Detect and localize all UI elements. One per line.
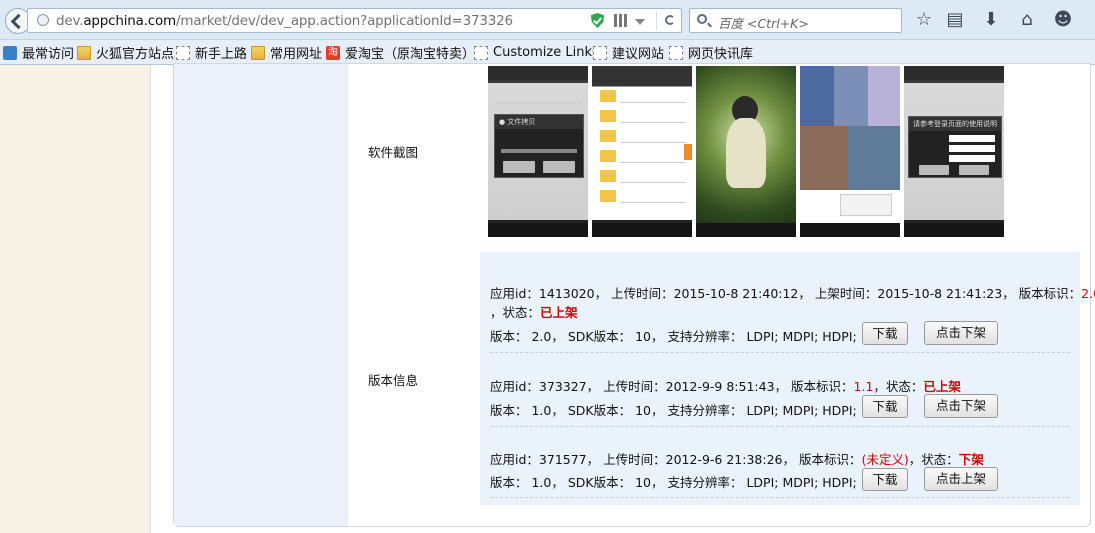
dropdown-arrow-icon[interactable] [635, 19, 645, 25]
page-icon [669, 45, 683, 60]
bookmark-most-visited[interactable]: 最常访问 [3, 44, 75, 62]
publish-time: 2015-10-8 21:41:23 [877, 286, 1003, 301]
app-screenshot-4[interactable] [800, 66, 900, 237]
bookmark-web-slices[interactable]: 网页快讯库 [669, 44, 754, 62]
bookmark-getting-started[interactable]: 新手上路 [176, 44, 248, 62]
reading-list-icon[interactable]: ▤ [944, 9, 966, 31]
bookmark-star-icon[interactable]: ☆ [913, 9, 935, 31]
sdk-version: 10 [635, 329, 651, 344]
version-list: 应用id：1413020， 上传时间：2015-10-8 21:40:12， 上… [480, 252, 1095, 505]
unpublish-button[interactable]: 点击下架 [924, 321, 998, 345]
app-id: 373327 [538, 379, 587, 394]
bookmarks-toolbar: 最常访问 火狐官方站点 新手上路 常用网址 淘爱淘宝（原淘宝特卖） Custom… [0, 40, 1095, 65]
bookmark-firefox-sites[interactable]: 火狐官方站点 [77, 44, 175, 62]
page-icon [474, 45, 488, 60]
app-screenshot-1[interactable]: ● 文件拷贝 [488, 66, 588, 237]
version-meta-line: 应用id：371577， 上传时间：2012-9-6 21:38:26， 版本标… [490, 452, 984, 467]
download-icon[interactable]: ⬇ [980, 9, 1002, 31]
bookmark-label: 网页快讯库 [688, 47, 754, 62]
chat-icon[interactable]: ☻ [1052, 9, 1074, 31]
unpublish-button[interactable]: 点击下架 [924, 394, 998, 418]
upload-time: 2012-9-9 8:51:43 [665, 379, 775, 394]
app-screenshot-3[interactable] [696, 66, 796, 237]
url-text[interactable]: dev.appchina.com/market/dev/dev_app.acti… [56, 13, 513, 29]
upload-time: 2012-9-6 21:38:26 [665, 452, 783, 467]
version-info-label: 版本信息 [368, 373, 419, 388]
download-button[interactable]: 下载 [862, 468, 908, 491]
folder-icon [251, 45, 265, 60]
reload-icon[interactable] [656, 12, 682, 30]
security-shield-icon[interactable] [591, 13, 604, 28]
bookmark-label: 常用网址 [270, 47, 323, 62]
address-bar[interactable]: dev.appchina.com/market/dev/dev_app.acti… [27, 8, 682, 33]
download-button[interactable]: 下载 [862, 395, 908, 418]
divider [490, 497, 1070, 498]
bookmark-label: 爱淘宝（原淘宝特卖） [345, 47, 476, 62]
folder-icon [77, 45, 91, 60]
version-tag: 2.0 [1081, 286, 1095, 301]
app-screenshot-5[interactable]: 请参考登录页面的使用说明 [904, 66, 1004, 237]
resolutions: LDPI; MDPI; HDPI; [746, 403, 857, 418]
qr-code-icon[interactable] [614, 14, 627, 27]
left-sidebar-column [174, 64, 348, 526]
resolutions: LDPI; MDPI; HDPI; [746, 329, 857, 344]
version-meta-line: 应用id：1413020， 上传时间：2015-10-8 21:40:12， 上… [490, 283, 1095, 302]
taobao-icon: 淘 [326, 45, 340, 60]
bookmark-common-sites[interactable]: 常用网址 [251, 44, 323, 62]
version-number: 1.0 [531, 403, 552, 418]
version-tag: 1.1 [853, 379, 874, 394]
bookmark-label: Customize Links [493, 45, 599, 60]
divider [490, 352, 1070, 353]
content-panel: 软件截图 ● 文件拷贝 请参考登录页面的使用说明 版本信息 应用id：14130… [150, 63, 1095, 533]
page-viewport: 软件截图 ● 文件拷贝 请参考登录页面的使用说明 版本信息 应用id：14130… [0, 63, 1095, 533]
page-icon [593, 45, 607, 60]
search-placeholder[interactable]: 百度 <Ctrl+K> [718, 13, 809, 32]
bookmark-label: 最常访问 [22, 47, 75, 62]
sdk-version: 10 [635, 475, 651, 490]
sdk-version: 10 [635, 403, 651, 418]
app-screenshot-2[interactable] [592, 66, 692, 237]
bookmark-label: 火狐官方站点 [96, 47, 175, 62]
globe-icon [37, 14, 49, 26]
publish-button[interactable]: 点击上架 [924, 467, 998, 491]
app-id: 371577 [538, 452, 587, 467]
bookmark-label: 建议网站 [612, 47, 665, 62]
screenshots-gallery: ● 文件拷贝 请参考登录页面的使用说明 [488, 64, 1080, 240]
star-folder-icon [3, 45, 17, 60]
version-number: 2.0 [531, 329, 552, 344]
divider [490, 426, 1070, 427]
search-bar[interactable]: 百度 <Ctrl+K> [689, 8, 902, 33]
version-status-line: ，状态：已上架 [490, 305, 578, 320]
version-tag: (未定义) [861, 452, 909, 467]
home-icon[interactable]: ⌂ [1016, 9, 1038, 31]
version-meta-line: 应用id：373327， 上传时间：2012-9-9 8:51:43， 版本标识… [490, 379, 961, 394]
bookmark-suggested-sites[interactable]: 建议网站 [593, 44, 665, 62]
status-badge: 已上架 [540, 305, 578, 320]
screenshots-label: 软件截图 [368, 145, 419, 160]
status-badge: 下架 [958, 452, 984, 467]
resolutions: LDPI; MDPI; HDPI; [746, 475, 857, 490]
bookmark-label: 新手上路 [195, 47, 248, 62]
browser-toolbar: dev.appchina.com/market/dev/dev_app.acti… [0, 0, 1095, 40]
page-icon [176, 45, 190, 60]
app-id: 1413020 [538, 286, 595, 301]
upload-time: 2015-10-8 21:40:12 [673, 286, 799, 301]
bookmark-customize-links[interactable]: Customize Links [474, 44, 599, 61]
status-badge: 已上架 [923, 379, 961, 394]
search-icon [697, 14, 707, 24]
version-number: 1.0 [531, 475, 552, 490]
app-detail-card: 软件截图 ● 文件拷贝 请参考登录页面的使用说明 版本信息 应用id：14130… [173, 63, 1095, 527]
download-button[interactable]: 下载 [862, 322, 908, 345]
bookmark-aitaobao[interactable]: 淘爱淘宝（原淘宝特卖） [326, 44, 476, 62]
